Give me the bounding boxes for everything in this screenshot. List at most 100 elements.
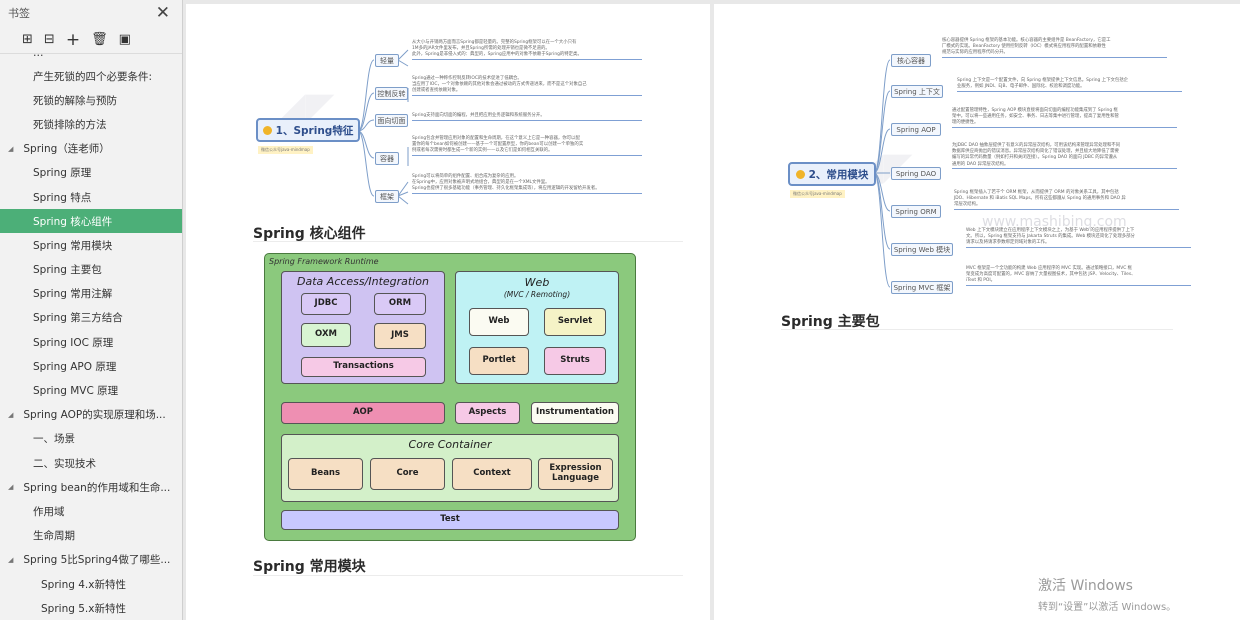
sidebar-item-label: 二、实现技术 xyxy=(33,457,96,470)
sidebar-title: 书签 xyxy=(8,7,30,20)
context-block: Context xyxy=(452,458,532,490)
mindmap-node: 控制反转 xyxy=(375,87,408,100)
sidebar-item[interactable]: 作用域 xyxy=(0,499,182,523)
sidebar-item-label: 作用域 xyxy=(33,505,65,518)
sidebar-item-label: Spring 常用注解 xyxy=(33,288,113,301)
jms-block: JMS xyxy=(374,323,426,349)
expand-caret-icon[interactable]: ◢ xyxy=(8,556,13,564)
document-page-right: ◢◤ www.mashibing.com 2、常用模块 微信公众号java-mi… xyxy=(714,4,1240,620)
sidebar-item[interactable]: Spring 主要包 xyxy=(0,258,182,282)
mindmap-node: Spring Web 模块 xyxy=(891,243,953,256)
orm-block: ORM xyxy=(374,293,426,315)
mindmap-node-description: 规范与实际的应用程序代码分开。 xyxy=(942,50,1167,58)
mindmap-node-description: iText 和 POI。 xyxy=(966,278,1191,286)
sidebar-item-label: Spring bean的作用域和生命... xyxy=(23,481,171,494)
sidebar-item[interactable]: Spring 原理 xyxy=(0,161,182,185)
sidebar-item-label: Spring 常用模块 xyxy=(33,239,113,252)
mindmap-node-description: 此外，Spring是非侵入式的：典型的，Spring应用中的对象不依赖于Spri… xyxy=(412,52,642,60)
expand-caret-icon[interactable]: ◢ xyxy=(8,411,13,419)
document-page-left: ◢◤ 1、Spring特征 微信公众号java-mindmap Spring 核… xyxy=(186,4,710,620)
expand-all-icon[interactable]: ⊞ xyxy=(22,32,33,47)
sidebar-item[interactable]: Spring 常用模块 xyxy=(0,233,182,257)
core-container-panel: Core Container Beans Core Context Expres… xyxy=(281,434,619,502)
divider xyxy=(253,575,683,576)
bookmark-icon[interactable]: ▣ xyxy=(119,32,131,47)
servlet-block: Servlet xyxy=(544,308,606,336)
divider xyxy=(781,329,1173,330)
spring-runtime-diagram: Spring Framework Runtime Data Access/Int… xyxy=(264,253,636,541)
expression-language-block: Expression Language xyxy=(538,458,613,490)
diagram-title: Spring Framework Runtime xyxy=(269,257,379,266)
sidebar-item-label: Spring 核心组件 xyxy=(33,215,113,228)
sidebar-item[interactable]: 一、场景 xyxy=(0,427,182,451)
mindmap-node: 框架 xyxy=(375,190,399,203)
sidebar-item[interactable]: Spring 核心组件 xyxy=(0,209,182,234)
divider xyxy=(253,241,683,242)
heading-common-modules: Spring 常用模块 xyxy=(253,559,366,575)
sidebar-item[interactable]: 死锁的解除与预防 xyxy=(0,88,182,112)
bookmark-item-partial[interactable]: … xyxy=(0,54,182,64)
sidebar-item[interactable]: Spring APO 原理 xyxy=(0,354,182,378)
mindmap-node: 面向切面 xyxy=(375,114,408,127)
mindmap-node-description: 常层次结构。 xyxy=(954,202,1179,210)
sidebar-item[interactable]: ◢ Spring AOP的实现原理和场... xyxy=(0,403,182,427)
heading-core-components: Spring 核心组件 xyxy=(253,226,366,242)
sidebar-item-label: Spring 4.x新特性 xyxy=(41,578,126,591)
sidebar-item[interactable]: Spring 4.x新特性 xyxy=(0,572,182,596)
core-block: Core xyxy=(370,458,445,490)
sidebar-item[interactable]: 产生死锁的四个必要条件: xyxy=(0,64,182,88)
mindmap-node-description: 例或者每次需要时都生成一个新的实例——以及它们是如何相互关联的。 xyxy=(412,148,642,156)
sidebar-item[interactable]: Spring 第三方结合 xyxy=(0,306,182,330)
sidebar-item[interactable]: ◢ Spring 5比Spring4做了哪些... xyxy=(0,548,182,572)
mindmap-node: Spring 上下文 xyxy=(891,85,943,98)
struts-block: Struts xyxy=(544,347,606,375)
sidebar-item[interactable]: Spring IOC 原理 xyxy=(0,330,182,354)
instrumentation-block: Instrumentation xyxy=(531,402,619,424)
sidebar-item[interactable]: ◢ Spring（连老师） xyxy=(0,137,182,161)
sidebar-item-label: Spring IOC 原理 xyxy=(33,336,114,349)
sidebar-item[interactable]: ◢ Spring bean的作用域和生命... xyxy=(0,475,182,499)
expand-caret-icon[interactable]: ◢ xyxy=(8,483,13,491)
sidebar-item-label: Spring MVC 原理 xyxy=(33,385,119,398)
mindmap-node-description: Spring支持面向切面的编程，并且把应用业务逻辑和系统服务分开。 xyxy=(412,113,642,121)
close-icon[interactable]: ✕ xyxy=(156,4,170,22)
mindmap-node: 容器 xyxy=(375,152,399,165)
sidebar-item-label: Spring APO 原理 xyxy=(33,360,117,373)
mindmap-node-description: 请求以及将请求参数绑定到域对象的工作。 xyxy=(966,240,1191,248)
sidebar-item-label: 生命周期 xyxy=(33,530,75,543)
mindmap-node-description: 创建或者查找依赖对象。 xyxy=(412,88,642,96)
sidebar-item-label: Spring AOP的实现原理和场... xyxy=(23,409,166,422)
jdbc-block: JDBC xyxy=(301,293,351,315)
mindmap2-root-label: 2、常用模块 xyxy=(808,168,869,181)
sidebar-item[interactable]: Spring MVC 原理 xyxy=(0,378,182,402)
sidebar-item[interactable]: 生命周期 xyxy=(0,524,182,548)
sidebar-item-label: Spring（连老师） xyxy=(23,143,110,156)
sidebar-item[interactable]: Spring 5.x新特性 xyxy=(0,596,182,620)
collapse-all-icon[interactable]: ⊟ xyxy=(44,32,55,47)
web-panel: Web (MVC / Remoting) Web Servlet Portlet… xyxy=(455,271,619,384)
sidebar-item[interactable]: Spring 特点 xyxy=(0,185,182,209)
sidebar-item[interactable]: 死锁排除的方法 xyxy=(0,112,182,136)
core-container-title: Core Container xyxy=(408,438,492,451)
sidebar-item-label: Spring 第三方结合 xyxy=(33,312,123,325)
add-bookmark-icon[interactable]: + xyxy=(66,30,80,50)
mindmap-node: 轻量 xyxy=(375,54,399,67)
sidebar-item-label: 死锁排除的方法 xyxy=(33,118,107,131)
test-block: Test xyxy=(281,510,619,530)
delete-bookmark-icon[interactable]: 🗑 xyxy=(91,32,108,47)
mindmap-node-description: 理的便捷性。 xyxy=(952,120,1177,128)
oxm-block: OXM xyxy=(301,323,351,347)
mindmap2-root: 2、常用模块 xyxy=(788,162,876,186)
web-title: Web xyxy=(524,276,550,289)
sidebar-item[interactable]: 二、实现技术 xyxy=(0,451,182,475)
expand-caret-icon[interactable]: ◢ xyxy=(8,145,13,153)
sidebar-item-label: Spring 主要包 xyxy=(33,264,102,277)
sidebar-item[interactable]: Spring 常用注解 xyxy=(0,282,182,306)
mindmap-node: Spring AOP xyxy=(891,123,941,136)
sidebar-item-label: 死锁的解除与预防 xyxy=(33,94,117,107)
portlet-block: Portlet xyxy=(469,347,529,375)
aop-block: AOP xyxy=(281,402,445,424)
mindmap1-root-label: 1、Spring特征 xyxy=(275,124,354,137)
windows-activation-notice: 激活 Windows 转到“设置”以激活 Windows。 xyxy=(1038,575,1176,613)
mindmap-node-description: Spring也提供了很多基础功能（事务管理、持久化框架集成等），将应用逻辑的开发… xyxy=(412,186,642,194)
